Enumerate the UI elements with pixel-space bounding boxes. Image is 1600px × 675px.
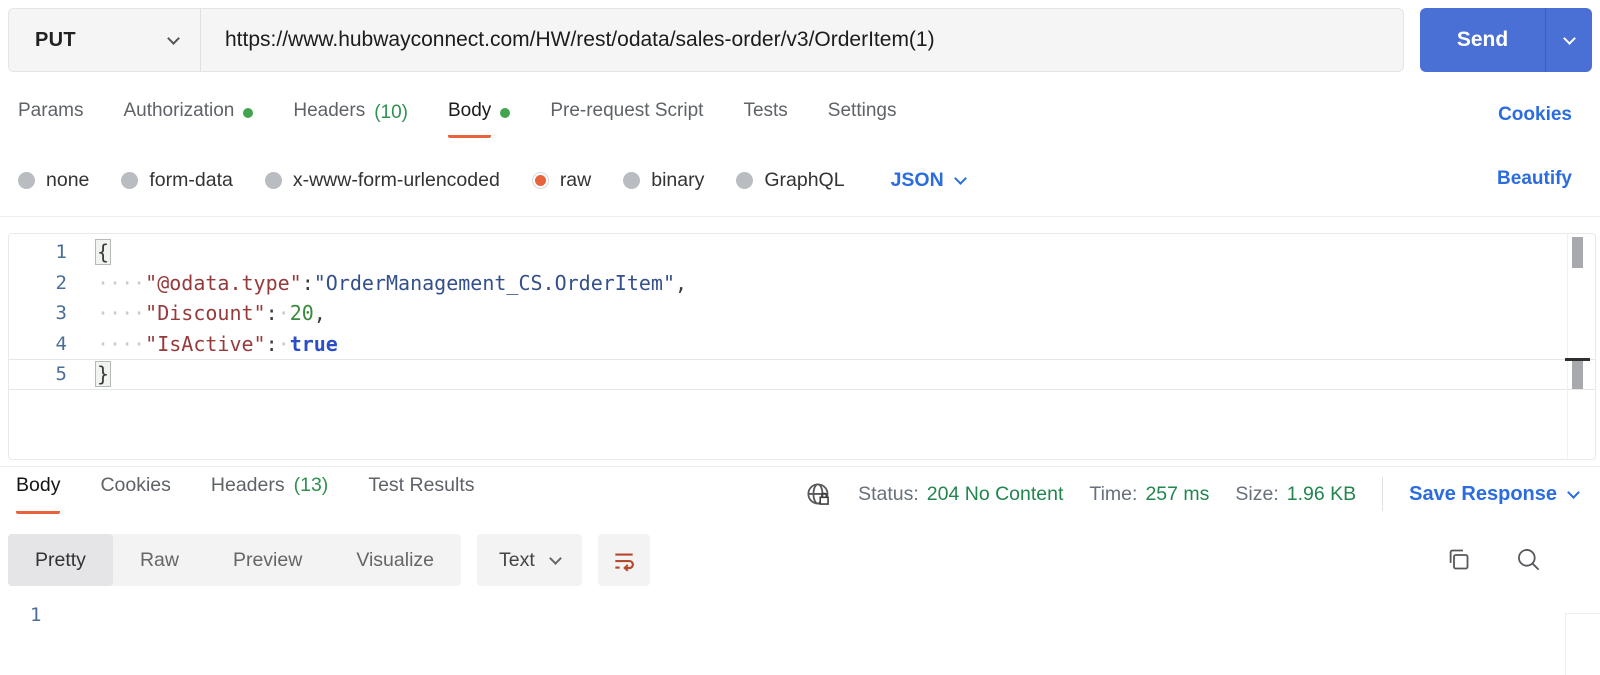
- radio-icon: [18, 171, 35, 189]
- copy-icon: [1449, 549, 1469, 570]
- size-value: 1.96 KB: [1286, 482, 1357, 505]
- mode-none[interactable]: none: [18, 169, 89, 192]
- chevron-down-icon: [167, 31, 180, 45]
- response-tab-test-results[interactable]: Test Results: [368, 474, 474, 514]
- send-button[interactable]: Send: [1420, 8, 1546, 72]
- status-badge: Status: 204 No Content: [858, 482, 1064, 505]
- method-select[interactable]: PUT: [9, 9, 201, 71]
- response-scrollbar-corner: [1566, 613, 1600, 614]
- tab-settings[interactable]: Settings: [828, 100, 897, 138]
- response-meta: Status: 204 No Content Time: 257 ms Size…: [805, 474, 1580, 514]
- radio-icon: [264, 171, 282, 189]
- status-value: 204 No Content: [926, 482, 1064, 505]
- copy-response-button[interactable]: [1445, 546, 1472, 578]
- tab-params[interactable]: Params: [18, 100, 83, 138]
- response-tab-body[interactable]: Body: [16, 474, 61, 514]
- cookies-link[interactable]: Cookies: [1498, 104, 1572, 126]
- tab-authorization[interactable]: Authorization: [123, 100, 254, 138]
- text-wrap-icon: [615, 553, 634, 572]
- editor-line: 1 {: [9, 237, 1595, 268]
- request-body-editor[interactable]: 1 { 2 ····"@odata.type":"OrderManagement…: [8, 233, 1596, 460]
- chevron-down-icon: [1562, 31, 1576, 45]
- response-view-toolbar: Pretty Raw Preview Visualize Text: [8, 534, 650, 586]
- view-mode-segmented-control: Pretty Raw Preview Visualize: [8, 534, 461, 586]
- chevron-down-icon: [548, 551, 562, 565]
- mode-form-data[interactable]: form-data: [121, 169, 233, 192]
- divider: [1382, 477, 1384, 511]
- line-number: 4: [55, 332, 67, 355]
- view-visualize[interactable]: Visualize: [329, 534, 461, 586]
- response-scrollbar-track: [1565, 613, 1566, 675]
- divider: [0, 466, 1600, 467]
- line-number: 3: [55, 302, 67, 325]
- mode-binary[interactable]: binary: [623, 169, 704, 192]
- headers-count: (10): [374, 102, 408, 123]
- editor-scrollbar-marker[interactable]: [1572, 361, 1583, 389]
- tab-tests[interactable]: Tests: [743, 100, 787, 138]
- editor-scrollbar-track: [1567, 234, 1568, 459]
- size-badge: Size: 1.96 KB: [1235, 482, 1357, 505]
- divider: [0, 216, 1600, 217]
- view-preview[interactable]: Preview: [206, 534, 329, 586]
- line-number: 1: [55, 241, 67, 264]
- editor-line: 3 ····"Discount":·20,: [9, 298, 1595, 329]
- method-label: PUT: [35, 28, 76, 51]
- green-dot-icon: [500, 108, 511, 118]
- rest-client-window: PUT https://www.hubwayconnect.com/HW/res…: [0, 0, 1600, 675]
- request-url-bar: PUT https://www.hubwayconnect.com/HW/res…: [8, 8, 1404, 72]
- response-line-number: 1: [30, 604, 42, 626]
- save-response-button[interactable]: Save Response: [1409, 483, 1580, 506]
- mode-graphql[interactable]: GraphQL: [736, 169, 845, 192]
- radio-selected-icon: [531, 171, 549, 189]
- mode-x-www-form-urlencoded[interactable]: x-www-form-urlencoded: [264, 169, 500, 192]
- search-response-button[interactable]: [1515, 546, 1542, 578]
- language-select[interactable]: JSON: [891, 169, 967, 192]
- response-tab-cookies[interactable]: Cookies: [100, 474, 170, 514]
- radio-icon: [736, 171, 754, 189]
- request-tabs: Params Authorization Headers (10) Body P…: [18, 100, 896, 138]
- editor-line: 2 ····"@odata.type":"OrderManagement_CS.…: [9, 268, 1595, 299]
- tab-headers[interactable]: Headers (10): [293, 100, 408, 138]
- chevron-down-icon: [1567, 485, 1580, 499]
- time-value: 257 ms: [1145, 482, 1210, 505]
- mode-raw[interactable]: raw: [531, 169, 591, 192]
- tab-body[interactable]: Body: [448, 100, 511, 138]
- send-split-button: Send: [1420, 8, 1592, 72]
- globe-lock-icon: [807, 482, 829, 505]
- line-number: 2: [55, 271, 67, 294]
- format-select[interactable]: Text: [477, 534, 582, 586]
- wrap-lines-button[interactable]: [597, 534, 650, 586]
- green-dot-icon: [243, 108, 254, 118]
- editor-scrollbar-thumb[interactable]: [1572, 237, 1583, 268]
- editor-line: 4 ····"IsActive":·true: [9, 329, 1595, 360]
- chevron-down-icon: [953, 172, 967, 185]
- line-number: 5: [55, 363, 67, 386]
- view-pretty[interactable]: Pretty: [8, 534, 113, 586]
- body-mode-row: none form-data x-www-form-urlencoded raw…: [18, 158, 967, 202]
- url-input[interactable]: https://www.hubwayconnect.com/HW/rest/od…: [201, 9, 1403, 71]
- radio-icon: [623, 171, 641, 189]
- search-icon: [1518, 549, 1540, 571]
- beautify-link[interactable]: Beautify: [1497, 168, 1572, 190]
- response-tab-headers[interactable]: Headers (13): [211, 474, 328, 514]
- tab-pre-request-script[interactable]: Pre-request Script: [550, 100, 703, 138]
- editor-line-current: 5 }: [9, 359, 1595, 390]
- response-headers-count: (13): [293, 474, 329, 496]
- radio-icon: [121, 171, 139, 189]
- response-tabs: Body Cookies Headers (13) Test Results: [16, 474, 475, 514]
- time-badge: Time: 257 ms: [1089, 482, 1210, 505]
- network-info-button[interactable]: [805, 481, 832, 508]
- view-raw[interactable]: Raw: [113, 534, 206, 586]
- send-options-button[interactable]: [1546, 8, 1592, 72]
